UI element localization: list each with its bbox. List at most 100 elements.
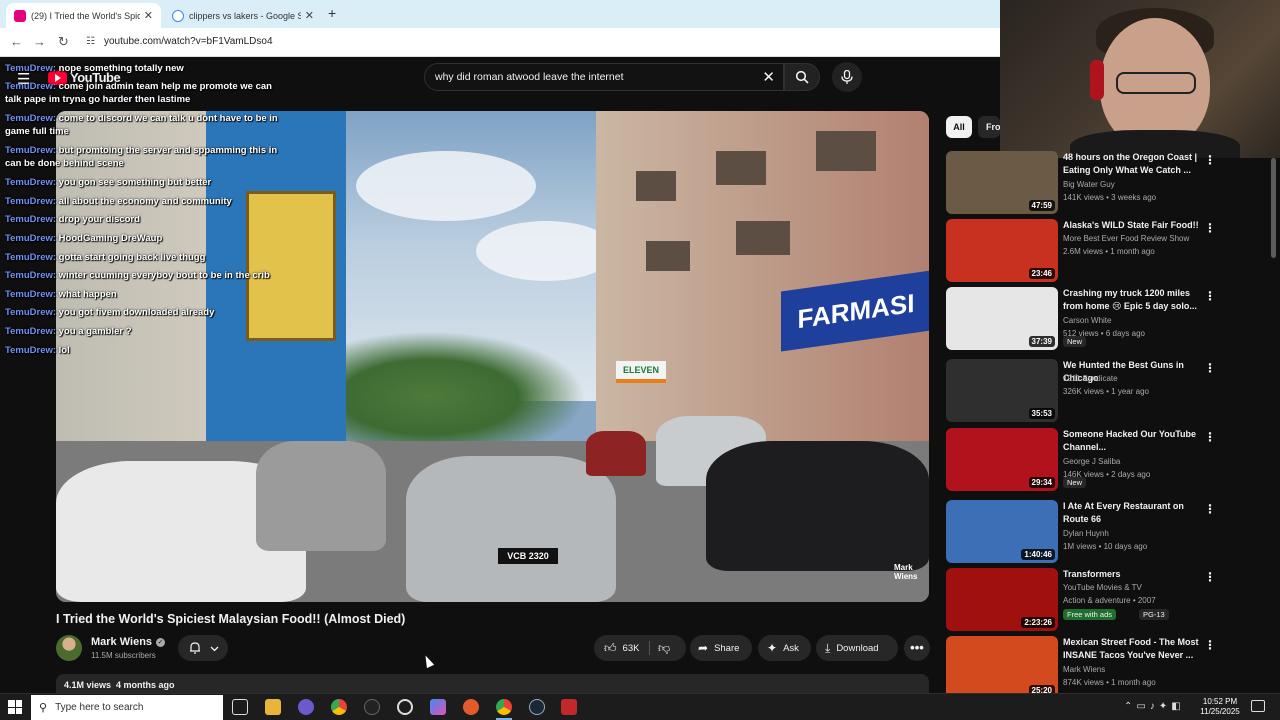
notification-bell-button[interactable] xyxy=(178,635,228,661)
kebab-menu-icon[interactable]: ⋮ xyxy=(1204,430,1216,444)
recommended-video[interactable]: 23:46 Alaska's WILD State Fair Food!! More… xyxy=(946,219,1266,285)
file-explorer-icon[interactable] xyxy=(265,699,281,715)
bf-app-icon[interactable] xyxy=(561,699,577,715)
tab-youtube-video[interactable]: (29) I Tried the World's Spiciest ✕ xyxy=(6,3,161,28)
close-tab-icon[interactable]: ✕ xyxy=(305,9,314,22)
recommended-title[interactable]: Crashing my truck 1200 miles from home 😢… xyxy=(1063,287,1203,313)
chat-message: TemuDrew: what happen xyxy=(5,288,290,301)
kebab-menu-icon[interactable]: ⋮ xyxy=(1204,570,1216,584)
recommended-channel[interactable]: More Best Ever Food Review Show xyxy=(1063,234,1189,243)
chat-message: TemuDrew: all about the economy and comm… xyxy=(5,195,290,208)
chat-text: you got fivem downloaded already xyxy=(58,307,215,318)
recommended-video[interactable]: 37:39 Crashing my truck 1200 miles from h… xyxy=(946,287,1266,353)
chrome-active-icon[interactable] xyxy=(496,699,512,720)
kebab-menu-icon[interactable]: ⋮ xyxy=(1204,221,1216,235)
recommended-video[interactable]: 35:53 We Hunted the Best Guns in Chicago 1… xyxy=(946,359,1266,425)
recommended-channel[interactable]: Carson White xyxy=(1063,316,1111,325)
recommended-channel[interactable]: Mark Wiens xyxy=(1063,665,1105,674)
browser-app-icon[interactable] xyxy=(463,699,479,715)
like-count[interactable]: 63K xyxy=(623,643,640,654)
rating-badge: PG-13 xyxy=(1139,609,1169,620)
chat-message: TemuDrew: you a gambler ? xyxy=(5,325,290,338)
more-actions-button[interactable]: ••• xyxy=(904,635,930,661)
video-car-grey xyxy=(256,441,386,551)
video-thumbnail[interactable]: 47:59 xyxy=(946,151,1058,214)
windows-start-icon[interactable] xyxy=(8,700,22,714)
video-thumbnail[interactable]: 35:53 xyxy=(946,359,1058,422)
recommended-age: 1 month ago xyxy=(1111,678,1156,687)
voice-search-button[interactable] xyxy=(832,62,862,92)
recommended-channel[interactable]: George J Saliba xyxy=(1063,457,1120,466)
video-window xyxy=(736,221,790,255)
recommended-meta: 141K views • 3 weeks ago xyxy=(1063,193,1157,202)
recommended-title[interactable]: 48 hours on the Oregon Coast | Eating On… xyxy=(1063,151,1203,177)
chat-username: TemuDrew: xyxy=(5,214,57,225)
download-button[interactable]: ⤓ Download xyxy=(816,635,898,661)
search-query: why did roman atwood leave the internet xyxy=(435,71,624,83)
video-thumbnail[interactable]: 25:20 xyxy=(946,636,1058,699)
kebab-menu-icon[interactable]: ⋮ xyxy=(1204,502,1216,516)
chat-message: TemuDrew: winter cuuming everyboy bout t… xyxy=(5,269,290,282)
recommended-channel[interactable]: YouTube Movies & TV xyxy=(1063,583,1142,592)
video-thumbnail[interactable]: 2:23:26 xyxy=(946,568,1058,631)
chat-text: HoodGaming DreWaup xyxy=(58,233,163,244)
recommended-video[interactable]: 29:34 Someone Hacked Our YouTube Channel.… xyxy=(946,428,1266,494)
chrome-icon[interactable] xyxy=(331,699,347,715)
tab-google-search[interactable]: clippers vs lakers - Google Search ✕ xyxy=(164,3,322,28)
chat-username: TemuDrew: xyxy=(5,289,57,300)
webcam-headset xyxy=(1090,60,1104,100)
discord-icon[interactable] xyxy=(298,699,314,715)
taskbar-clock[interactable]: 10:52 PM 11/25/2025 xyxy=(1198,697,1242,717)
recommended-video[interactable]: 47:59 48 hours on the Oregon Coast | Eati… xyxy=(946,151,1266,217)
clear-search-icon[interactable]: ✕ xyxy=(762,68,775,86)
app-icon[interactable] xyxy=(397,699,413,715)
channel-avatar[interactable] xyxy=(56,635,82,661)
thumbs-down-icon[interactable]: 👎︎ xyxy=(658,641,670,656)
task-view-icon[interactable] xyxy=(232,699,248,715)
recommended-title[interactable]: Mexican Street Food - The Most INSANE Ta… xyxy=(1063,636,1203,662)
recommended-video[interactable]: 1:40:46 I Ate At Every Restaurant on Rout… xyxy=(946,500,1266,566)
video-thumbnail[interactable]: 37:39 xyxy=(946,287,1058,350)
recommended-title[interactable]: Transformers xyxy=(1063,568,1203,581)
taskbar-search-placeholder: Type here to search xyxy=(55,702,144,713)
video-thumbnail[interactable]: 1:40:46 xyxy=(946,500,1058,563)
recommended-channel[interactable]: Big Water Guy xyxy=(1063,180,1115,189)
channel-name[interactable]: Mark Wiens xyxy=(91,636,152,648)
system-tray[interactable]: ⌃▭♪✦◧ xyxy=(1124,701,1185,712)
new-tab-button[interactable]: + xyxy=(328,5,336,21)
search-button[interactable] xyxy=(784,63,820,91)
close-tab-icon[interactable]: ✕ xyxy=(144,9,153,22)
taskbar-search-input[interactable]: ⚲ Type here to search xyxy=(31,695,223,720)
video-thumbnail[interactable]: 23:46 xyxy=(946,219,1058,282)
kebab-menu-icon[interactable]: ⋮ xyxy=(1204,153,1216,167)
chip-all[interactable]: All xyxy=(946,116,972,138)
search-icon xyxy=(795,70,809,84)
chat-username: TemuDrew: xyxy=(5,252,57,263)
video-badge: New xyxy=(1063,336,1087,347)
like-dislike-group: 👍︎ 63K 👎︎ xyxy=(594,635,686,661)
webcam-overlay xyxy=(1000,0,1280,158)
thumbs-up-icon[interactable]: 👍︎ xyxy=(604,641,617,656)
recommended-title[interactable]: Alaska's WILD State Fair Food!! xyxy=(1063,219,1203,232)
ask-button[interactable]: ✦ Ask xyxy=(758,635,811,661)
obs-icon[interactable] xyxy=(364,699,380,715)
share-button[interactable]: ➦ Share xyxy=(690,635,752,661)
search-input[interactable]: why did roman atwood leave the internet … xyxy=(424,63,784,91)
steam-icon[interactable] xyxy=(529,699,545,715)
kebab-menu-icon[interactable]: ⋮ xyxy=(1204,638,1216,652)
recommended-title[interactable]: Someone Hacked Our YouTube Channel... xyxy=(1063,428,1203,454)
kebab-menu-icon[interactable]: ⋮ xyxy=(1204,361,1216,375)
recommended-video[interactable]: 2:23:26 Transformers YouTube Movies & TV Ac… xyxy=(946,568,1266,634)
sidebar-scrollbar[interactable] xyxy=(1271,158,1276,258)
copilot-icon[interactable] xyxy=(430,699,446,715)
chip-from[interactable]: From xyxy=(978,116,1000,138)
recommended-channel[interactable]: 1911 Syndicate xyxy=(1063,374,1118,383)
video-thumbnail[interactable]: 29:34 xyxy=(946,428,1058,491)
recommended-title[interactable]: I Ate At Every Restaurant on Route 66 xyxy=(1063,500,1203,526)
recommended-channel[interactable]: Dylan Huynh xyxy=(1063,529,1109,538)
subscriber-count: 11.5M subscribers xyxy=(91,651,156,660)
notification-center-icon[interactable] xyxy=(1251,700,1265,712)
kebab-menu-icon[interactable]: ⋮ xyxy=(1204,289,1216,303)
webcam-glasses xyxy=(1116,72,1196,94)
channel-name-row[interactable]: Mark Wiens ✓ xyxy=(91,636,166,648)
